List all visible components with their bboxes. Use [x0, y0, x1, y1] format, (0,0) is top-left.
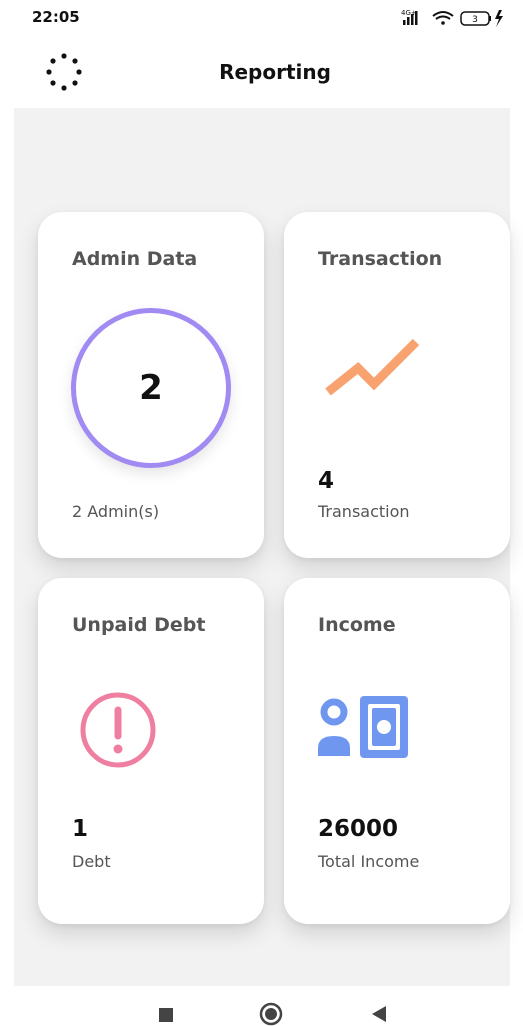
card-title: Admin Data	[72, 248, 198, 270]
card-caption: 2 Admin(s)	[72, 502, 160, 521]
card-caption: Debt	[72, 852, 111, 871]
card-value: 4	[318, 468, 335, 494]
back-triangle-icon[interactable]	[370, 1004, 388, 1024]
page-title: Reporting	[219, 60, 331, 84]
card-caption: Transaction	[318, 502, 410, 521]
app-bar: Reporting	[0, 38, 523, 108]
card-title: Unpaid Debt	[72, 614, 206, 636]
network-label: 4G+	[401, 9, 417, 17]
signal-icon: 4G+	[401, 9, 418, 25]
card-value: 26000	[318, 816, 399, 842]
battery-icon: 3	[460, 10, 503, 27]
card-title: Income	[318, 614, 396, 636]
alert-circle-icon	[80, 692, 156, 768]
screen: 22:05 4G+ 3 Reporting Admin Data 2 2 Adm…	[0, 0, 523, 1026]
battery-level: 3	[472, 15, 478, 25]
user-money-icon	[318, 696, 408, 758]
transaction-card[interactable]: Transaction 4 Transaction	[284, 212, 510, 558]
status-time: 22:05	[32, 8, 80, 26]
trending-up-icon	[325, 338, 420, 396]
admin-data-card[interactable]: Admin Data 2 2 Admin(s)	[38, 212, 264, 558]
card-caption: Total Income	[318, 852, 420, 871]
card-value: 1	[72, 816, 89, 842]
admin-count-ring: 2	[71, 308, 231, 468]
recents-square-icon[interactable]	[159, 1008, 173, 1022]
dashboard-content: Admin Data 2 2 Admin(s) Transaction 4 Tr…	[14, 108, 510, 986]
wifi-icon	[432, 11, 454, 25]
status-bar: 22:05 4G+ 3	[0, 0, 523, 38]
navigation-bar	[0, 986, 523, 1026]
admin-count-value: 2	[139, 368, 163, 408]
unpaid-debt-card[interactable]: Unpaid Debt 1 Debt	[38, 578, 264, 924]
charging-icon	[495, 10, 503, 27]
card-title: Transaction	[318, 248, 443, 270]
home-circle-icon[interactable]	[259, 1002, 283, 1026]
status-icons: 4G+ 3	[401, 9, 503, 27]
income-card[interactable]: Income 26000 Total Income	[284, 578, 510, 924]
